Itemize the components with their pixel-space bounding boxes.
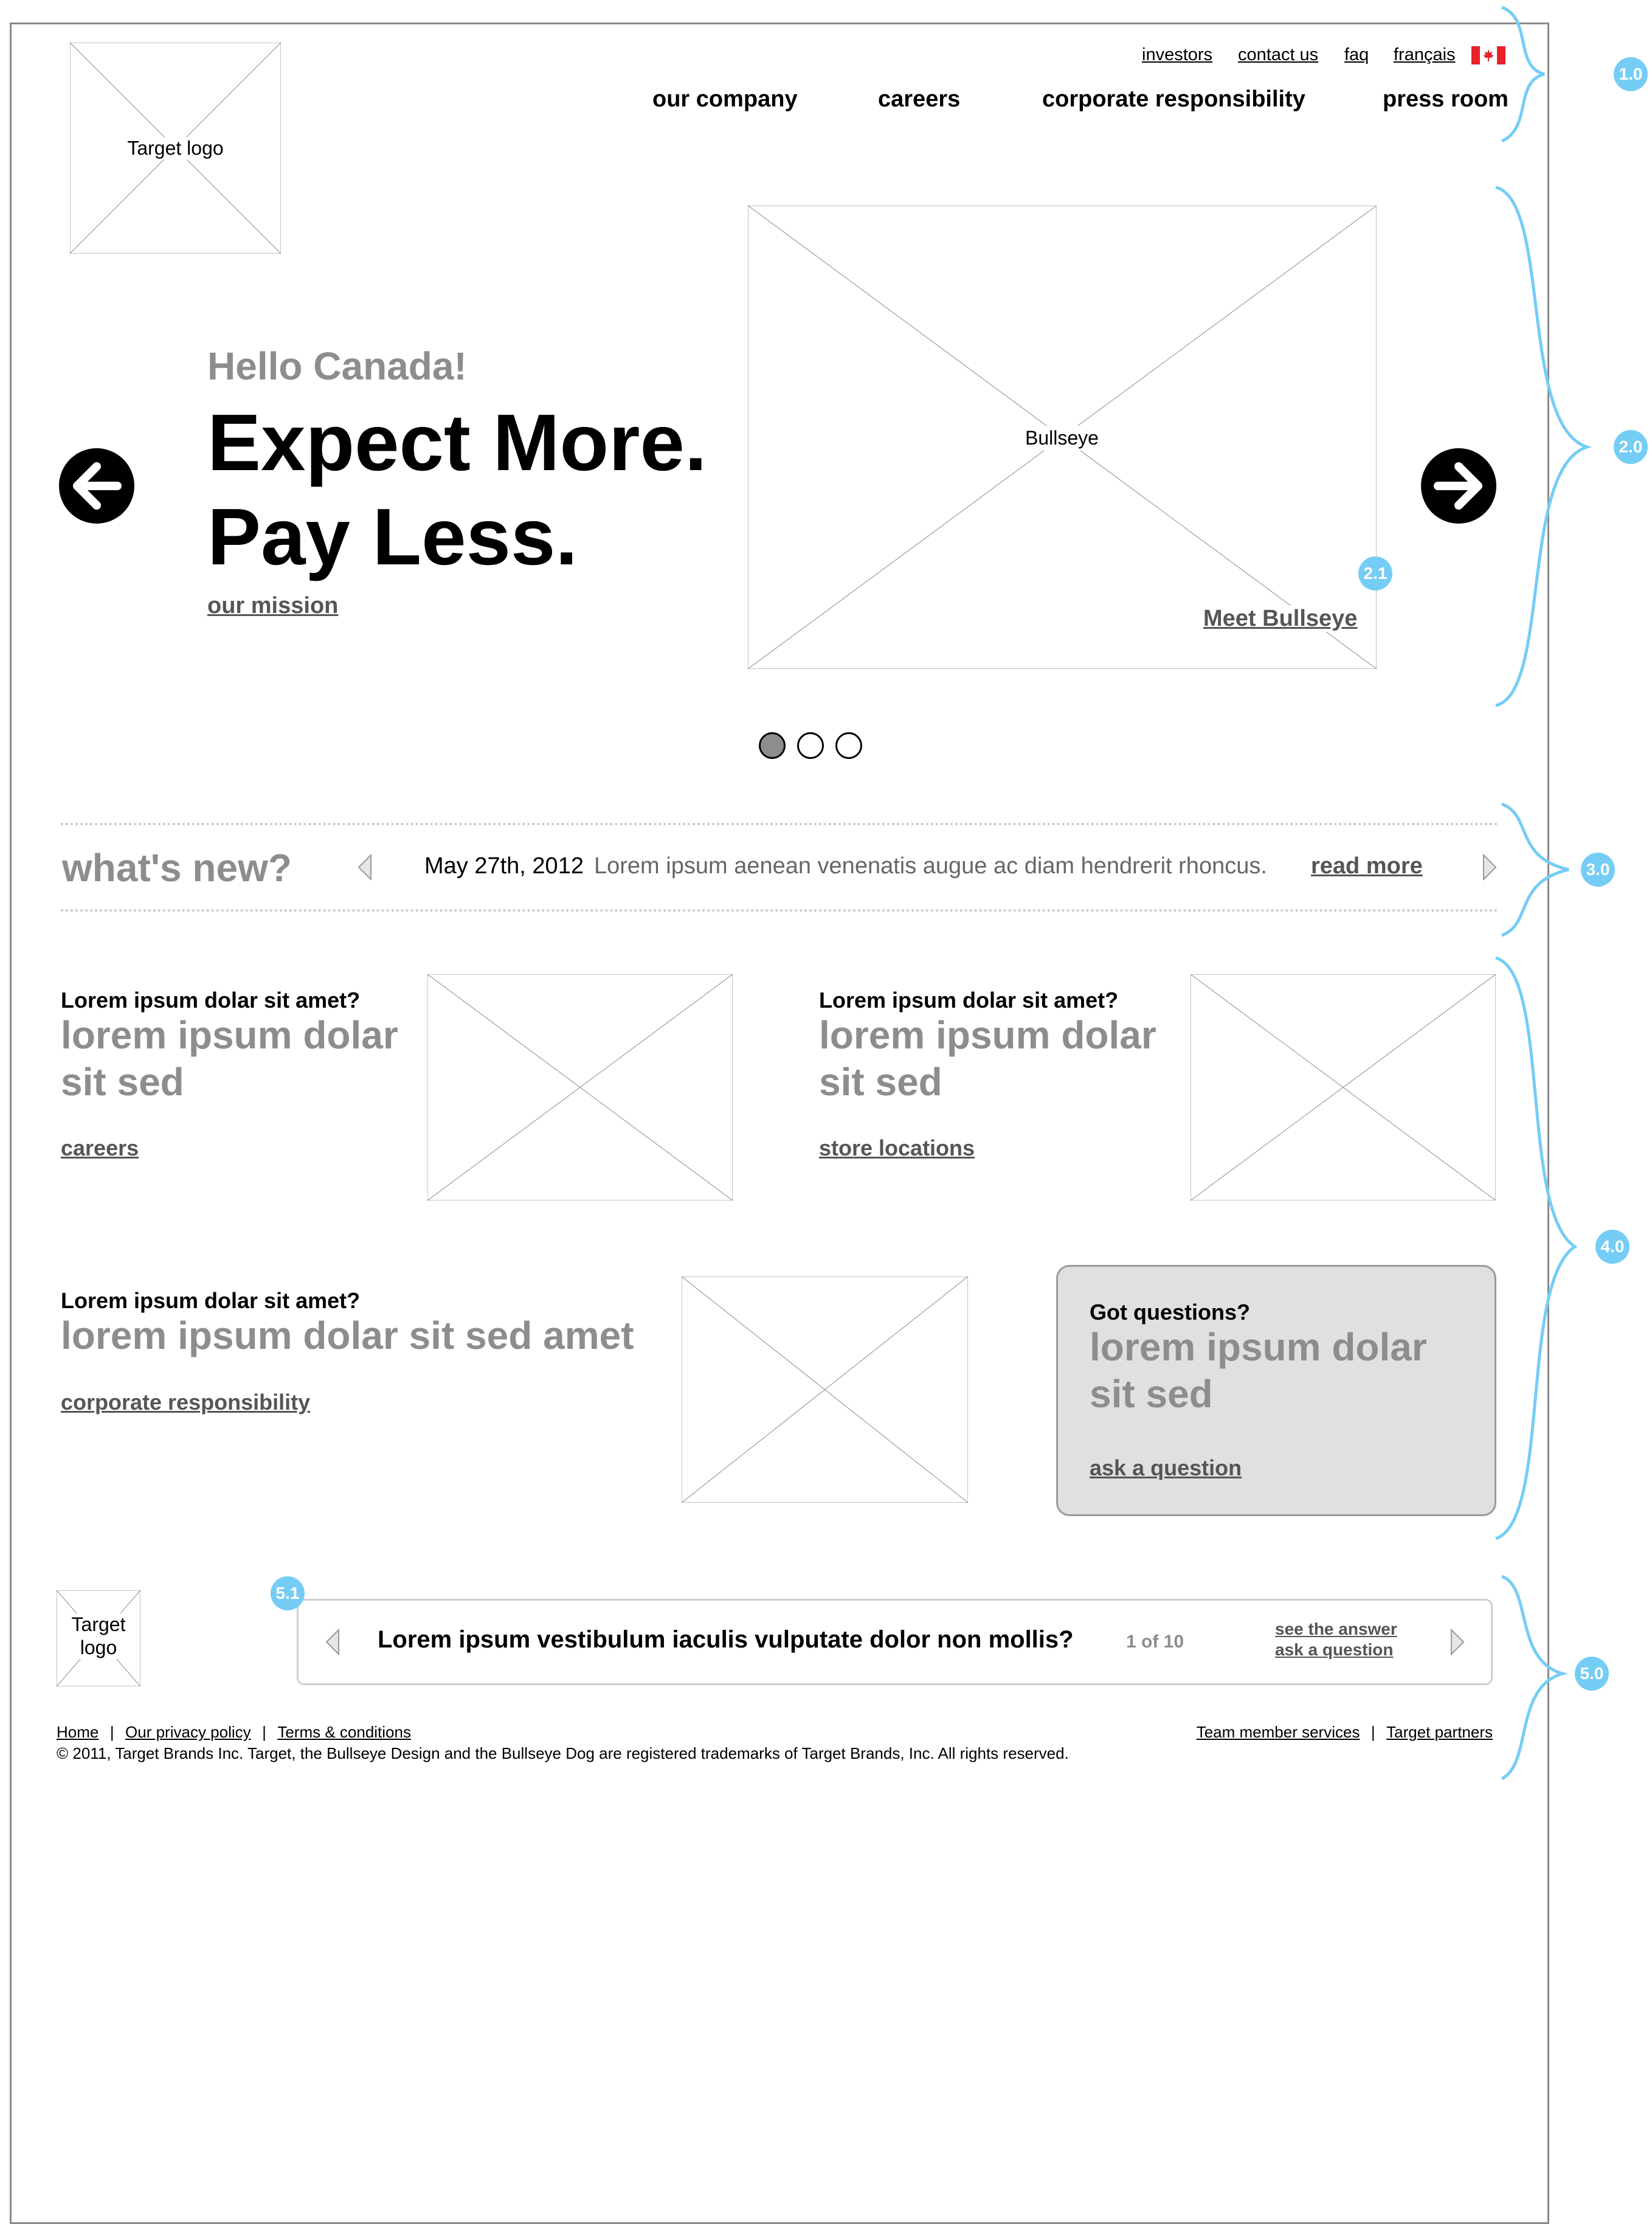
hero-image-label: Bullseye <box>1021 426 1102 451</box>
promo-2-line1: lorem ipsum dolar <box>819 1013 1156 1057</box>
hero-headline-line2: Pay Less. <box>207 492 578 581</box>
promo-3-line1: lorem ipsum dolar sit sed amet <box>61 1314 634 1357</box>
promo-careers-link[interactable]: careers <box>61 1135 139 1161</box>
footer-separator: | <box>1370 1723 1375 1741</box>
utility-link-francais[interactable]: français <box>1394 45 1456 65</box>
faq-ticker-question: Lorem ipsum vestibulum iaculis vulputate… <box>378 1626 1074 1653</box>
annotation-badge-2-0: 2.0 <box>1614 430 1648 464</box>
whats-new-bottom-divider <box>61 909 1499 912</box>
nav-careers[interactable]: careers <box>878 86 960 113</box>
footer-separator: | <box>262 1723 266 1741</box>
promo-2-line2: sit sed <box>819 1060 942 1104</box>
our-mission-link[interactable]: our mission <box>207 593 338 619</box>
footer-logo-label-line2: logo <box>75 1637 122 1659</box>
faq-ticker-next-icon[interactable] <box>1449 1629 1466 1655</box>
whats-new-top-divider <box>61 823 1499 825</box>
footer-copyright: © 2011, Target Brands Inc. Target, the B… <box>57 1744 1069 1762</box>
carousel-dot-2[interactable] <box>797 732 824 759</box>
target-logo-placeholder[interactable]: Target logo <box>70 43 281 254</box>
annotation-brackets <box>1495 5 1592 1781</box>
utility-link-contact-us[interactable]: contact us <box>1238 45 1318 65</box>
annotation-badge-5-1: 5.1 <box>271 1576 305 1610</box>
carousel-dot-1[interactable] <box>759 732 786 759</box>
footer-link-team-member-services[interactable]: Team member services <box>1197 1723 1360 1741</box>
promo-1-line1: lorem ipsum dolar <box>61 1013 398 1057</box>
promo-2-image-placeholder <box>1191 974 1496 1200</box>
utility-link-investors[interactable]: investors <box>1142 45 1212 65</box>
footer-link-terms-conditions[interactable]: Terms & conditions <box>277 1723 411 1741</box>
arrow-left-icon <box>73 462 122 510</box>
got-questions-line2: sit sed <box>1090 1372 1213 1416</box>
logo-label: Target logo <box>125 137 226 159</box>
carousel-prev-button[interactable] <box>59 448 134 524</box>
annotation-badge-3-0: 3.0 <box>1581 853 1615 887</box>
faq-ticker-prev-icon[interactable] <box>324 1629 341 1655</box>
nav-corporate-responsibility[interactable]: corporate responsibility <box>1042 86 1305 113</box>
annotation-badge-5-0: 5.0 <box>1575 1657 1609 1691</box>
faq-ticker-counter: 1 of 10 <box>1126 1632 1184 1652</box>
footer-link-target-partners[interactable]: Target partners <box>1386 1723 1493 1741</box>
promo-1-line2: sit sed <box>61 1060 184 1104</box>
faq-ask-a-question-link[interactable]: ask a question <box>1275 1640 1394 1660</box>
got-questions-line1: lorem ipsum dolar <box>1090 1325 1427 1369</box>
footer-links-left: Home | Our privacy policy | Terms & cond… <box>57 1723 411 1742</box>
utility-link-faq[interactable]: faq <box>1344 45 1369 65</box>
promo-2-question: Lorem ipsum dolar sit amet? <box>819 988 1119 1013</box>
footer-links-right: Team member services | Target partners <box>1197 1723 1493 1742</box>
whats-new-text: Lorem ipsum aenean venenatis augue ac di… <box>594 853 1267 879</box>
promo-3-image-placeholder <box>682 1277 968 1503</box>
footer-logo-placeholder[interactable]: Target logo <box>57 1590 140 1686</box>
footer-link-home[interactable]: Home <box>57 1723 98 1741</box>
promo-1-image-placeholder <box>427 974 733 1200</box>
footer-logo-label-line1: Target <box>69 1613 128 1636</box>
promo-3-question: Lorem ipsum dolar sit amet? <box>61 1288 361 1313</box>
ask-a-question-link[interactable]: ask a question <box>1090 1455 1242 1481</box>
promo-store-locations-link[interactable]: store locations <box>819 1135 975 1161</box>
read-more-link[interactable]: read more <box>1311 853 1423 879</box>
whats-new-heading: what's new? <box>62 846 292 890</box>
hero-greeting: Hello Canada! <box>207 344 467 388</box>
nav-our-company[interactable]: our company <box>652 86 798 113</box>
see-the-answer-link[interactable]: see the answer <box>1275 1620 1397 1639</box>
annotation-badge-1-0: 1.0 <box>1614 57 1648 91</box>
promo-1-question: Lorem ipsum dolar sit amet? <box>61 988 361 1013</box>
whats-new-prev-icon[interactable] <box>356 854 373 881</box>
footer-separator: | <box>109 1723 114 1741</box>
carousel-dot-3[interactable] <box>835 732 862 759</box>
meet-bullseye-link[interactable]: Meet Bullseye <box>1200 606 1361 632</box>
hero-headline-line1: Expect More. <box>207 398 707 487</box>
annotation-badge-4-0: 4.0 <box>1595 1230 1630 1264</box>
annotation-badge-2-1: 2.1 <box>1358 556 1392 591</box>
footer-link-privacy-policy[interactable]: Our privacy policy <box>125 1723 251 1741</box>
whats-new-date: May 27th, 2012 <box>424 853 584 879</box>
got-questions-title: Got questions? <box>1090 1300 1250 1325</box>
promo-corporate-responsibility-link[interactable]: corporate responsibility <box>61 1390 310 1415</box>
